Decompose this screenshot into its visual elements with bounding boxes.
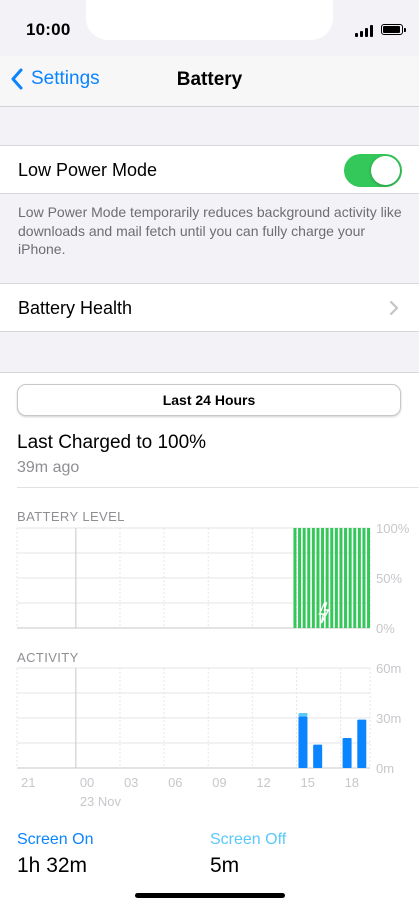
battery-level-bar <box>321 528 325 628</box>
battery-usage-section: Last 24 Hours Last Charged to 100% 39m a… <box>0 372 419 909</box>
battery-health-row[interactable]: Battery Health <box>0 283 419 332</box>
battery-level-bar <box>367 528 371 628</box>
x-tick-label: 09 <box>212 775 226 790</box>
battery-level-bar <box>348 528 352 628</box>
y-tick-label: 50% <box>376 571 402 586</box>
battery-level-bar <box>330 528 334 628</box>
screen-on-value: 1h 32m <box>17 854 88 877</box>
cellular-signal-icon <box>355 25 375 37</box>
y-tick-label: 100% <box>376 523 410 536</box>
battery-level-bar <box>298 528 302 628</box>
navigation-bar: Settings Battery <box>0 56 419 107</box>
battery-level-bar <box>339 528 343 628</box>
status-time: 10:00 <box>26 20 71 39</box>
battery-level-bar <box>357 528 361 628</box>
last-charged-ago: 39m ago <box>17 459 80 476</box>
activity-bar-screen-on <box>357 719 367 768</box>
activity-bar-screen-on <box>313 744 323 768</box>
y-tick-label: 0% <box>376 621 395 633</box>
activity-bar-screen-on <box>342 738 352 768</box>
battery-status-icon <box>381 24 406 35</box>
y-tick-label: 60m <box>376 663 401 676</box>
y-tick-label: 0m <box>376 761 394 776</box>
time-range-segment-24h[interactable]: Last 24 Hours <box>17 384 401 416</box>
x-tick-label: 21 <box>21 775 35 790</box>
battery-level-bar <box>334 528 338 628</box>
x-tick-label: 00 <box>80 775 94 790</box>
low-power-mode-toggle[interactable] <box>344 154 402 187</box>
low-power-mode-footnote: Low Power Mode temporarily reduces backg… <box>18 204 402 257</box>
screen-off-value: 5m <box>210 854 240 877</box>
battery-level-chart: 100% 50% 0% <box>16 523 410 633</box>
page-title: Battery <box>176 69 243 90</box>
x-tick-label: 15 <box>300 775 314 790</box>
section-divider <box>17 487 419 488</box>
screen-on-label: Screen On <box>17 831 94 848</box>
activity-bar-screen-off <box>298 713 308 717</box>
activity-chart: 60m 30m 0m 21 00 03 06 09 12 15 18 23 Nov <box>16 663 401 809</box>
battery-level-bar <box>316 528 320 628</box>
x-tick-label: 18 <box>345 775 359 790</box>
last-charged-title: Last Charged to 100% <box>17 432 207 453</box>
battery-level-bar <box>293 528 297 628</box>
x-date-label: 23 Nov <box>80 794 122 809</box>
screen-off-label: Screen Off <box>210 831 287 848</box>
x-tick-label: 03 <box>124 775 138 790</box>
battery-level-bar <box>362 528 366 628</box>
chevron-right-icon <box>389 300 399 316</box>
activity-bar-screen-on <box>298 716 308 768</box>
battery-level-bar <box>311 528 315 628</box>
status-bar: 10:00 <box>0 0 419 56</box>
battery-level-bar <box>302 528 306 628</box>
device-notch <box>86 0 333 40</box>
battery-level-bar <box>344 528 348 628</box>
battery-level-chart-title: BATTERY LEVEL <box>17 509 125 524</box>
home-indicator <box>135 893 285 898</box>
low-power-mode-row: Low Power Mode <box>0 145 419 194</box>
x-tick-label: 12 <box>256 775 270 790</box>
battery-level-bar <box>353 528 357 628</box>
battery-level-bar <box>307 528 311 628</box>
low-power-mode-label: Low Power Mode <box>18 160 158 180</box>
x-tick-label: 06 <box>168 775 182 790</box>
y-tick-label: 30m <box>376 711 401 726</box>
battery-health-label: Battery Health <box>18 298 133 318</box>
